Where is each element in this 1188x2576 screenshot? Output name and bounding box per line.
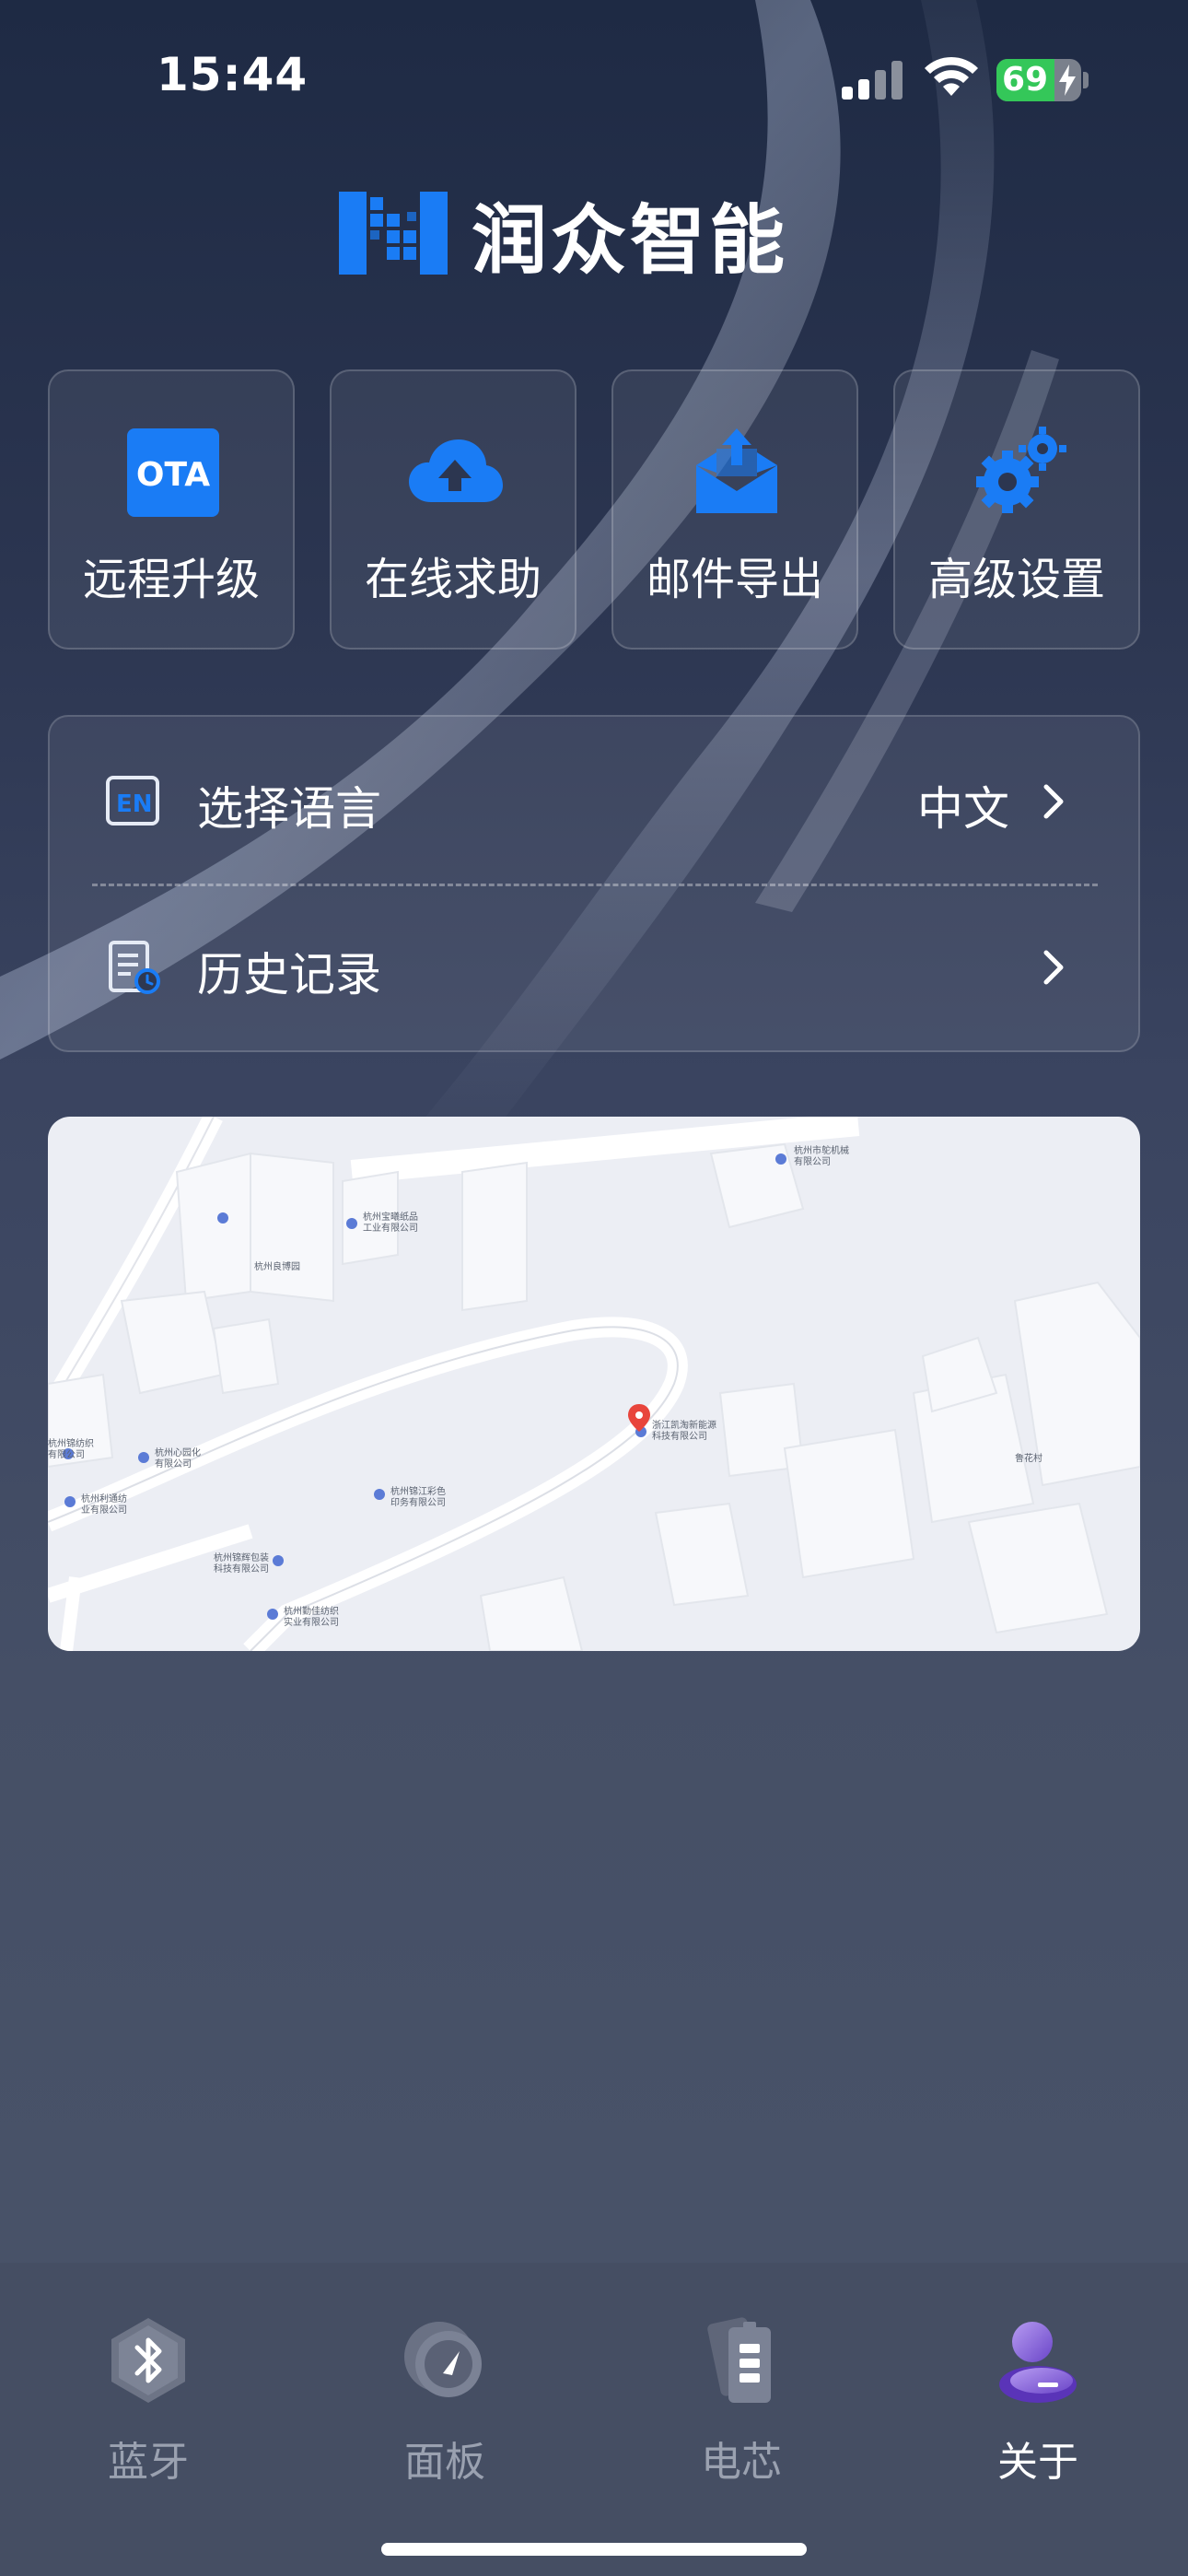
chevron-right-icon (1043, 784, 1064, 819)
advanced-settings-button[interactable]: 高级设置 (893, 369, 1140, 650)
online-help-button[interactable]: 在线求助 (330, 369, 577, 650)
brand-n-logo (339, 192, 448, 275)
cloud-upload-icon (409, 439, 503, 502)
ota-icon-text: OTA (136, 456, 210, 494)
user-profile-icon (999, 2322, 1077, 2403)
bluetooth-icon (111, 2318, 185, 2403)
brand-name: 润众智能 (472, 196, 789, 285)
mail-export-button[interactable]: 邮件导出 (611, 369, 858, 650)
map-poi-label: 杭州锦纺织 有限公司 (48, 1439, 94, 1460)
ota-icon: OTA (127, 428, 219, 517)
map-poi-label: 杭州宝曦纸品 工业有限公司 (363, 1212, 418, 1234)
battery-cell-icon (707, 2317, 771, 2403)
quick-actions: OTA 远程升级 在线求助 邮件导出 高级设置 (48, 369, 1140, 651)
map-poi-label: 杭州锦江彩色 印务有限公司 (390, 1487, 446, 1508)
current-language-value: 中文 (917, 782, 1009, 836)
ota-upgrade-label: 远程升级 (82, 554, 260, 605)
map-canvas (48, 1117, 1140, 1651)
tab-dashboard-label: 面板 (404, 2439, 485, 2486)
gears-icon (976, 427, 1066, 513)
advanced-settings-label: 高级设置 (927, 554, 1105, 605)
status-time: 15:44 (157, 48, 309, 101)
map-poi-label: 杭州市鸵机械 有限公司 (794, 1146, 849, 1167)
tab-bluetooth[interactable]: 蓝牙 (0, 2290, 297, 2502)
tab-bluetooth-label: 蓝牙 (108, 2439, 189, 2486)
history-record-label: 历史记录 (197, 948, 381, 1001)
map-poi-label: 杭州良博园 (254, 1262, 300, 1272)
map-poi-label: 杭州勤佳纺织 实业有限公司 (284, 1607, 339, 1628)
mail-export-icon (696, 428, 777, 513)
battery-percent: 69 (1002, 61, 1049, 99)
brand-header: 润众智能 (339, 192, 788, 285)
wifi-icon (925, 56, 978, 96)
language-en-icon: EN (106, 776, 159, 825)
tab-about-label: 关于 (997, 2439, 1078, 2486)
home-indicator[interactable] (381, 2543, 807, 2556)
history-record-row[interactable]: 历史记录 (50, 886, 1138, 1043)
battery-cap (1083, 72, 1089, 88)
bottom-tab-bar: 蓝牙 面板 电芯 关于 (0, 2263, 1188, 2576)
map-poi-label: 杭州锦辉包装 科技有限公司 (214, 1553, 269, 1575)
location-map[interactable]: 杭州市鸵机械 有限公司 杭州宝曦纸品 工业有限公司 杭州良博园 浙江凯淘新能源 … (48, 1117, 1140, 1651)
tab-dashboard[interactable]: 面板 (297, 2290, 593, 2502)
map-poi-label: 浙江凯淘新能源 科技有限公司 (652, 1421, 716, 1442)
language-en-icon-text: EN (116, 790, 153, 818)
ota-upgrade-button[interactable]: OTA 远程升级 (48, 369, 295, 650)
status-bar: 15:44 69 (0, 0, 1188, 157)
chevron-right-icon (1043, 950, 1064, 985)
select-language-label: 选择语言 (197, 782, 381, 836)
map-poi-label: 杭州心园化 有限公司 (155, 1448, 201, 1469)
signal-icon (842, 61, 903, 100)
online-help-label: 在线求助 (364, 554, 542, 605)
dashboard-gauge-icon (404, 2322, 482, 2397)
battery-icon: 69 (996, 59, 1081, 101)
mail-export-label: 邮件导出 (646, 554, 823, 605)
tab-battery-cell-label: 电芯 (701, 2439, 782, 2486)
history-record-icon (109, 941, 160, 994)
map-poi-label: 鲁花村 (1015, 1454, 1042, 1464)
select-language-row[interactable]: EN 选择语言 中文 (50, 720, 1138, 877)
map-poi-label: 杭州利通纺 业有限公司 (81, 1494, 127, 1516)
settings-card: EN 选择语言 中文 历史记录 (48, 715, 1140, 1052)
tab-battery-cell[interactable]: 电芯 (593, 2290, 890, 2502)
charging-bolt-icon (1059, 64, 1076, 96)
tab-about[interactable]: 关于 (890, 2290, 1186, 2502)
